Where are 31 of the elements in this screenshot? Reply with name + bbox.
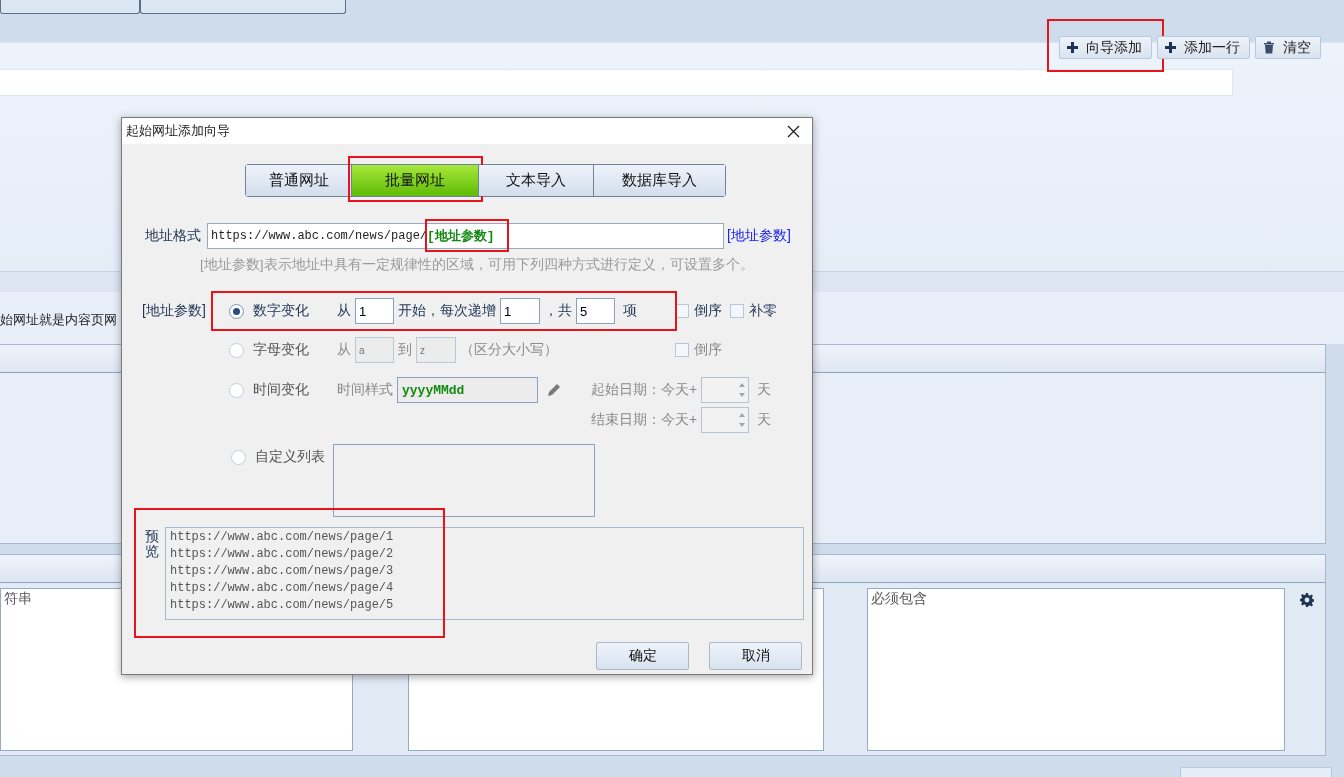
field-label: [地址参数]: [142, 302, 206, 320]
preview-label: 预览: [145, 529, 159, 562]
checkbox-label: 倒序: [694, 302, 722, 320]
radio-label: 数字变化: [253, 302, 310, 320]
field-label: （区分大小写）: [460, 341, 558, 359]
field-label: 地址格式: [145, 227, 201, 245]
preview-url: https://www.abc.com/news/page/1: [170, 529, 395, 546]
preview-url: https://www.abc.com/news/page/5: [170, 597, 395, 614]
field-label: 天: [757, 411, 772, 429]
field-label: 到: [398, 341, 412, 359]
hint-text: [地址参数]表示地址中具有一定规律性的区域，可用下列四种方式进行定义，可设置多个。: [200, 256, 755, 274]
field-label: 天: [757, 381, 772, 399]
preview-url: https://www.abc.com/news/page/3: [170, 563, 395, 580]
radio-label: 字母变化: [253, 341, 310, 359]
field-label: 结束日期：今天+: [591, 411, 698, 429]
checkbox-label: 倒序: [694, 341, 722, 359]
field-label: 从: [337, 341, 351, 359]
field-label: ，共: [544, 302, 572, 320]
field-label: 项: [621, 302, 637, 320]
option-text: 始网址就是内容页网: [0, 311, 117, 329]
dialog-title: 起始网址添加向导: [126, 122, 230, 140]
preview-url: https://www.abc.com/news/page/2: [170, 546, 395, 563]
radio-label: 自定义列表: [255, 448, 326, 466]
radio-label: 时间变化: [253, 381, 310, 399]
field-label: 起始日期：今天+: [591, 381, 698, 399]
field-label: 开始，每次递增: [398, 302, 496, 320]
field-label: 从: [337, 302, 351, 320]
parameter-token: [地址参数]: [427, 228, 495, 245]
checkbox-label: 补零: [749, 302, 777, 320]
field-label: 时间样式: [337, 381, 393, 399]
preview-url: https://www.abc.com/news/page/4: [170, 580, 395, 597]
